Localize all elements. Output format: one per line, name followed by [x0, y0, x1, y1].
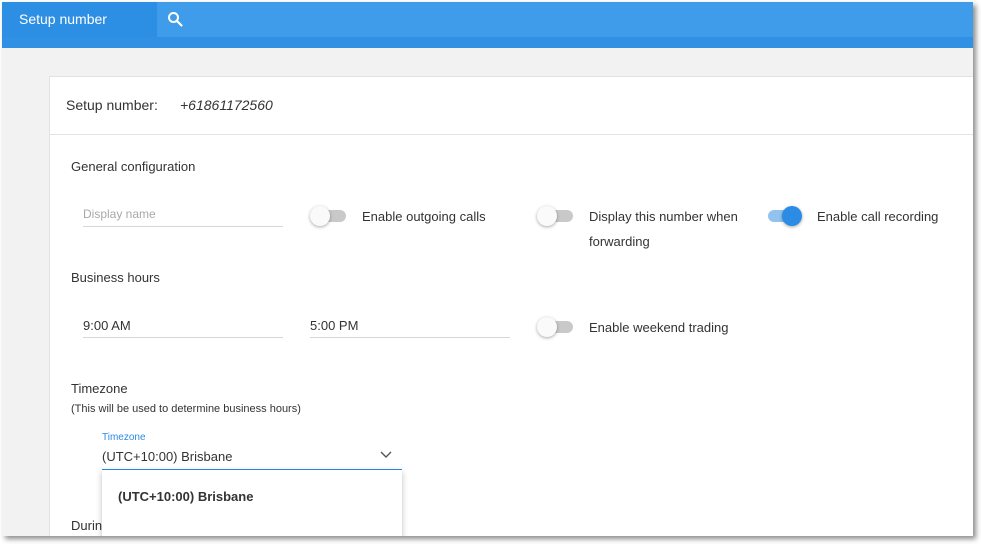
start-time-value: 9:00 AM	[83, 318, 131, 333]
search-bar[interactable]	[157, 2, 973, 37]
display-number-forwarding-toggle[interactable]	[537, 204, 575, 226]
search-icon[interactable]	[167, 11, 183, 27]
weekend-trading-label: Enable weekend trading	[589, 320, 729, 335]
display-number-forwarding-label-line1: Display this number when	[589, 209, 738, 224]
timezone-title: Timezone	[71, 381, 128, 396]
app-title: Setup number	[2, 2, 157, 37]
phone-number: +61861172560	[180, 97, 273, 113]
setup-number-label: Setup number:	[66, 97, 158, 113]
timezone-selected-value: (UTC+10:00) Brisbane	[102, 449, 233, 464]
card-header: Setup number: +61861172560	[50, 77, 973, 135]
end-time-value: 5:00 PM	[310, 318, 359, 333]
outgoing-calls-toggle[interactable]	[310, 204, 348, 226]
display-name-placeholder: Display name	[83, 207, 156, 221]
during-section-title: Durin	[71, 518, 103, 533]
chevron-down-icon[interactable]	[380, 451, 392, 459]
business-hours-title: Business hours	[71, 270, 160, 285]
call-recording-toggle[interactable]	[764, 204, 802, 226]
display-name-input[interactable]: Display name	[83, 202, 283, 227]
call-recording-label: Enable call recording	[817, 209, 939, 224]
timezone-dropdown: (UTC+10:00) Brisbane	[102, 470, 402, 536]
app-window: Setup number Setup number: +61861172560 …	[2, 2, 973, 536]
start-time-input[interactable]: 9:00 AM	[83, 313, 283, 338]
setup-card: Setup number: +61861172560 General confi…	[49, 76, 973, 536]
end-time-input[interactable]: 5:00 PM	[310, 313, 510, 338]
weekend-trading-toggle[interactable]	[537, 315, 575, 337]
timezone-note: (This will be used to determine business…	[71, 403, 301, 415]
timezone-field-label: Timezone	[102, 432, 146, 443]
display-number-forwarding-label-line2: forwarding	[589, 234, 650, 249]
timezone-select[interactable]: Timezone (UTC+10:00) Brisbane	[102, 432, 402, 471]
general-configuration-title: General configuration	[71, 159, 196, 174]
top-bar: Setup number	[2, 2, 973, 48]
top-bar-strip	[2, 37, 973, 48]
timezone-option[interactable]: (UTC+10:00) Brisbane	[118, 489, 253, 504]
outgoing-calls-label: Enable outgoing calls	[362, 209, 486, 224]
